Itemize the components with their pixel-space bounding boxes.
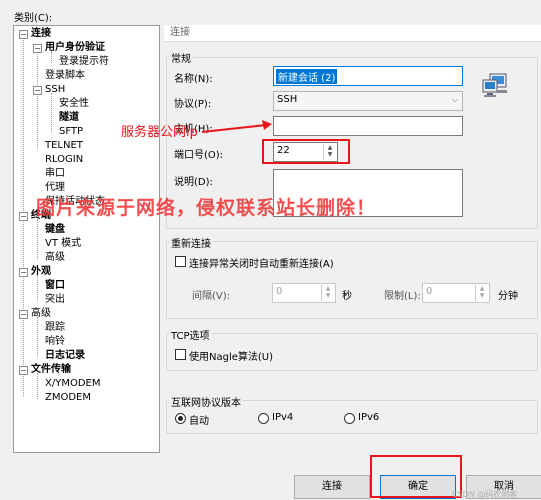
auto-radio[interactable] xyxy=(175,413,186,424)
tree-line xyxy=(37,317,38,357)
tree-item-highlight[interactable]: 突出 xyxy=(45,293,65,307)
tree-item-keyboard[interactable]: 键盘 xyxy=(45,223,65,237)
collapse-icon[interactable]: − xyxy=(19,30,28,39)
tree-item-file-transfer[interactable]: 文件传输 xyxy=(31,363,71,377)
category-label: 类别(C): xyxy=(14,13,53,24)
connect-button[interactable]: 连接 xyxy=(294,475,370,499)
ipv6-radio[interactable] xyxy=(344,413,355,424)
csdn-watermark: CSDN @码农刚客 xyxy=(452,490,518,499)
tree-item-tunnel[interactable]: 隧道 xyxy=(59,111,79,125)
tree-item-terminal-advanced[interactable]: 高级 xyxy=(45,251,65,265)
tree-item-serial[interactable]: 串口 xyxy=(45,167,65,181)
annotation-arrow-icon xyxy=(201,120,272,133)
seconds-label: 秒 xyxy=(342,291,352,302)
chevron-down-icon: ⌵ xyxy=(451,95,458,104)
tree-item-logging[interactable]: 日志记录 xyxy=(45,349,85,363)
interval-spinner[interactable]: ▲ ▼ xyxy=(321,285,334,301)
tree-item-ssh[interactable]: SSH xyxy=(45,83,65,97)
tree-line xyxy=(37,219,38,259)
protocol-select[interactable]: SSH ⌵ xyxy=(273,91,463,111)
auto-radio-label: 自动 xyxy=(189,416,209,427)
limit-input[interactable]: 0 ▲ ▼ xyxy=(422,283,490,303)
tree-item-zmodem[interactable]: ZMODEM xyxy=(45,391,91,405)
auto-reconnect-label: 连接异常关闭时自动重新连接(A) xyxy=(189,259,334,270)
collapse-icon[interactable]: − xyxy=(33,86,42,95)
tree-item-login-prompt[interactable]: 登录提示符 xyxy=(59,55,109,69)
tree-line xyxy=(51,93,52,133)
tree-item-rlogin[interactable]: RLOGIN xyxy=(45,153,83,167)
ipv4-radio[interactable] xyxy=(258,413,269,424)
description-label: 说明(D): xyxy=(174,177,213,188)
protocol-label: 协议(P): xyxy=(174,99,212,110)
tree-item-sftp[interactable]: SFTP xyxy=(59,125,83,139)
tcp-title: TCP选项 xyxy=(169,327,212,342)
interval-input[interactable]: 0 ▲ ▼ xyxy=(272,283,336,303)
name-input[interactable]: 新建会话 (2) xyxy=(273,66,463,86)
reconnect-group xyxy=(166,241,538,319)
tree-item-security[interactable]: 安全性 xyxy=(59,97,89,111)
tree-item-window[interactable]: 窗口 xyxy=(45,279,65,293)
limit-label: 限制(L): xyxy=(384,291,421,302)
tree-item-connection[interactable]: 连接 xyxy=(31,27,51,41)
watermark-text: 图片来源于网络，侵权联系站长删除！ xyxy=(36,197,377,219)
name-label: 名称(N): xyxy=(174,74,213,85)
reconnect-title: 重新连接 xyxy=(169,235,213,250)
arrow-down-icon[interactable]: ▼ xyxy=(476,292,488,299)
tree-item-xymodem[interactable]: X/YMODEM xyxy=(45,377,100,391)
nagle-label: 使用Nagle算法(U) xyxy=(189,352,274,363)
arrow-up-icon[interactable]: ▲ xyxy=(322,285,334,292)
tree-item-vt-mode[interactable]: VT 模式 xyxy=(45,237,81,251)
ipv4-radio-label: IPv4 xyxy=(272,412,294,423)
minutes-label: 分钟 xyxy=(498,291,518,302)
ipv6-radio-label: IPv6 xyxy=(358,412,380,423)
host-input[interactable] xyxy=(273,116,463,136)
tree-item-trace[interactable]: 跟踪 xyxy=(45,321,65,335)
collapse-icon[interactable]: − xyxy=(19,310,28,319)
limit-spinner[interactable]: ▲ ▼ xyxy=(475,285,488,301)
collapse-icon[interactable]: − xyxy=(19,268,28,277)
arrow-up-icon[interactable]: ▲ xyxy=(476,285,488,292)
tree-item-advanced[interactable]: 高级 xyxy=(31,307,51,321)
interval-label: 间隔(V): xyxy=(192,291,231,302)
port-highlight-box xyxy=(262,139,350,164)
annotation-text: 服务器公网ip xyxy=(121,125,198,140)
port-label: 端口号(O): xyxy=(174,150,224,161)
arrow-down-icon[interactable]: ▼ xyxy=(322,292,334,299)
panel-header: 连接 xyxy=(164,25,541,42)
auto-reconnect-checkbox[interactable] xyxy=(175,256,186,267)
collapse-icon[interactable]: − xyxy=(19,212,28,221)
category-tree[interactable]: − − − − − − − 连接 用户身份验证 登录提示符 登录脚本 SSH 安… xyxy=(13,25,160,453)
collapse-icon[interactable]: − xyxy=(33,44,42,53)
computer-icon xyxy=(481,72,511,102)
ok-highlight-box xyxy=(370,455,462,498)
general-title: 常规 xyxy=(169,50,193,65)
tree-item-bell[interactable]: 响铃 xyxy=(45,335,65,349)
collapse-icon[interactable]: − xyxy=(19,366,28,375)
tree-item-auth[interactable]: 用户身份验证 xyxy=(45,41,105,55)
ip-version-title: 互联网协议版本 xyxy=(169,394,243,409)
tree-item-login-script[interactable]: 登录脚本 xyxy=(45,69,85,83)
tree-item-telnet[interactable]: TELNET xyxy=(45,139,83,153)
tree-item-appearance[interactable]: 外观 xyxy=(31,265,51,279)
nagle-checkbox[interactable] xyxy=(175,349,186,360)
tree-line xyxy=(37,51,38,149)
